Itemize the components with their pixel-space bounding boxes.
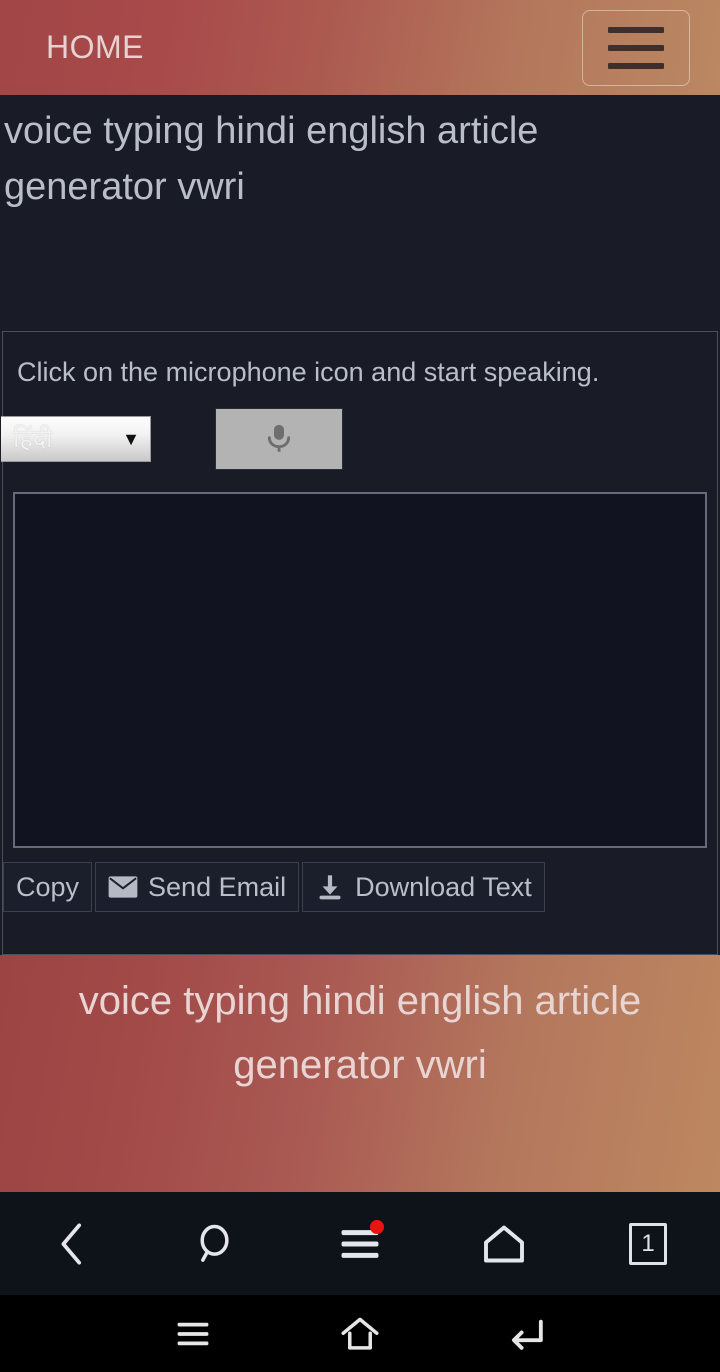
language-select[interactable]: हिंदी ▼ [1, 416, 151, 462]
hamburger-bar-1 [608, 26, 664, 33]
voice-typing-widget: Click on the microphone icon and start s… [1, 331, 718, 955]
android-recents-button[interactable] [148, 1304, 238, 1364]
search-icon [196, 1222, 236, 1266]
language-select-value: हिंदी [13, 424, 53, 453]
hamburger-menu-icon[interactable] [582, 9, 690, 86]
app-screen: HOME voice typing hindi english article … [0, 0, 720, 1372]
hamburger-bar-3 [608, 62, 664, 69]
home-icon [338, 1315, 382, 1353]
browser-home-button[interactable] [454, 1204, 554, 1284]
browser-back-button[interactable] [22, 1204, 122, 1284]
site-header: HOME [0, 0, 720, 95]
back-icon [54, 1221, 90, 1267]
tab-count-label: 1 [629, 1222, 667, 1265]
envelope-icon [108, 875, 138, 899]
widget-controls: हिंदी ▼ [1, 402, 717, 470]
instruction-text: Click on the microphone icon and start s… [17, 357, 600, 387]
browser-toolbar: 1 [0, 1192, 720, 1295]
browser-search-button[interactable] [166, 1204, 266, 1284]
copy-button-label: Copy [16, 871, 80, 902]
brand-home-link[interactable]: HOME [46, 29, 144, 66]
home-icon [481, 1223, 527, 1265]
download-text-button-label: Download Text [355, 871, 532, 902]
action-button-row: Copy Send Email Download Text [3, 862, 717, 912]
back-icon [507, 1317, 547, 1351]
send-email-button-label: Send Email [148, 871, 287, 902]
page-title: voice typing hindi english article gener… [4, 110, 539, 208]
microphone-button[interactable] [215, 408, 343, 470]
site-footer: voice typing hindi english article gener… [0, 955, 720, 1192]
microphone-icon [259, 419, 299, 459]
send-email-button[interactable]: Send Email [95, 862, 300, 912]
android-back-button[interactable] [482, 1304, 572, 1364]
android-navigation-bar [0, 1295, 720, 1372]
copy-button[interactable]: Copy [3, 862, 93, 912]
hamburger-bar-2 [608, 44, 664, 51]
chevron-down-icon: ▼ [122, 429, 140, 449]
download-text-button[interactable]: Download Text [302, 862, 545, 912]
browser-menu-button[interactable] [310, 1204, 410, 1284]
android-home-button[interactable] [315, 1304, 405, 1364]
transcript-textarea[interactable] [13, 492, 707, 848]
download-icon [315, 873, 345, 901]
menu-notification-badge [370, 1219, 384, 1234]
footer-title: voice typing hindi english article gener… [78, 979, 642, 1087]
recents-icon [176, 1320, 210, 1348]
browser-tab-switcher[interactable]: 1 [598, 1204, 698, 1284]
